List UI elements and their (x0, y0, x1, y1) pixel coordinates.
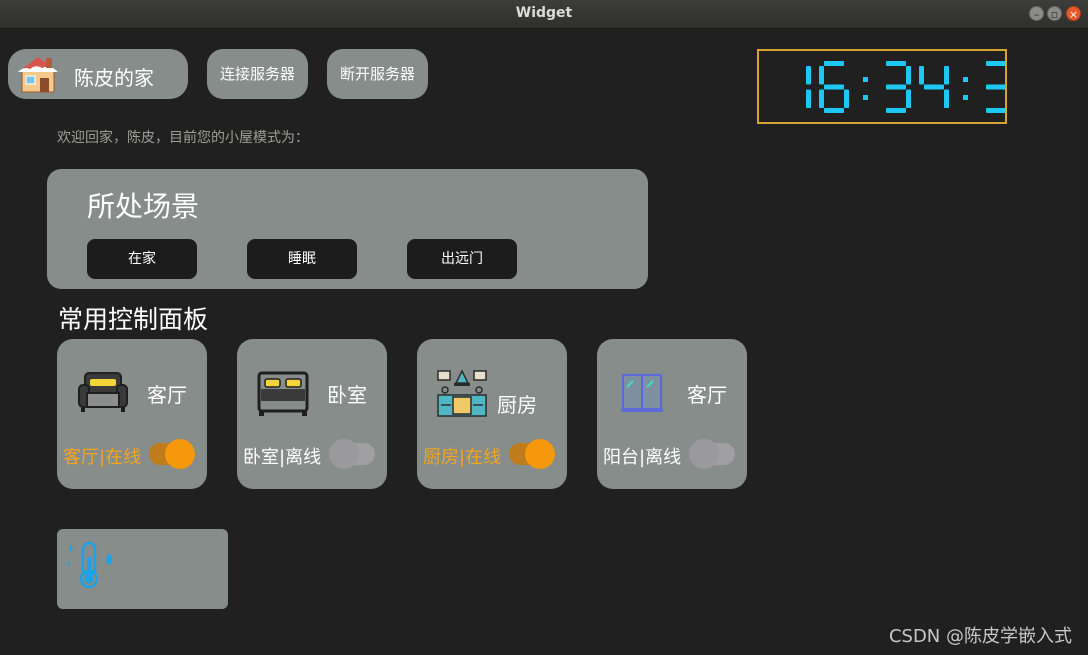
room-status: 客厅|在线 (63, 447, 142, 468)
sensor-panel (57, 529, 228, 609)
disconnect-server-button[interactable]: 断开服务器 (327, 49, 428, 99)
clock-digit (886, 61, 911, 113)
control-panel-title: 常用控制面板 (58, 305, 209, 334)
sofa-icon (78, 372, 128, 412)
clock-colon-dot (863, 77, 868, 82)
room-name: 卧室 (327, 383, 367, 407)
room-card-balcony[interactable]: 客厅 阳台|离线 (597, 339, 747, 489)
scene-panel: 所处场景 在家 睡眠 出远门 (47, 169, 648, 289)
clock-colon-dot (963, 77, 968, 82)
home-button-label: 陈皮的家 (74, 66, 154, 90)
clock-digit (919, 66, 949, 108)
balcony-door-icon (621, 374, 663, 412)
scene-home-button[interactable]: 在家 (87, 239, 197, 279)
room-status: 厨房|在线 (423, 447, 502, 468)
window-title: Widget (515, 5, 573, 21)
room-toggle[interactable] (689, 439, 735, 469)
clock-colon-dot (963, 95, 968, 100)
room-card-living-room[interactable]: 客厅 客厅|在线 (57, 339, 207, 489)
watermark: CSDN @陈皮学嵌入式 (888, 626, 1072, 647)
scene-sleep-button[interactable]: 睡眠 (247, 239, 357, 279)
clock-colon-dot (863, 95, 868, 100)
room-status: 阳台|离线 (603, 447, 682, 468)
close-button[interactable]: × (1066, 6, 1081, 21)
room-toggle[interactable] (329, 439, 375, 469)
bed-icon (257, 371, 309, 416)
room-toggle[interactable] (509, 439, 555, 469)
digital-clock (757, 49, 1049, 124)
kitchen-icon (437, 369, 487, 417)
clock-digits (806, 61, 1049, 113)
room-toggle[interactable] (149, 439, 195, 469)
room-card-bedroom[interactable]: 卧室 卧室|离线 (237, 339, 387, 489)
room-name: 客厅 (687, 383, 727, 407)
clock-digit (819, 61, 849, 113)
room-name: 客厅 (147, 383, 187, 407)
welcome-text: 欢迎回家，陈皮，目前您的小屋模式为： (57, 130, 309, 146)
title-bar: Widget – ▫ × (0, 0, 1088, 29)
room-name: 厨房 (497, 393, 537, 417)
minimize-button[interactable]: – (1029, 6, 1044, 21)
scene-title: 所处场景 (87, 190, 200, 223)
clock-digit (986, 61, 1011, 113)
clock-digit (806, 66, 811, 108)
thermometer-humidity-icon (68, 541, 112, 589)
maximize-button[interactable]: ▫ (1047, 6, 1062, 21)
scene-away-button[interactable]: 出远门 (407, 239, 517, 279)
room-status: 卧室|离线 (243, 447, 322, 468)
connect-server-button[interactable]: 连接服务器 (207, 49, 308, 99)
room-card-kitchen[interactable]: 厨房 厨房|在线 (417, 339, 567, 489)
home-button[interactable]: 陈皮的家 (8, 49, 188, 99)
house-icon (18, 57, 58, 93)
